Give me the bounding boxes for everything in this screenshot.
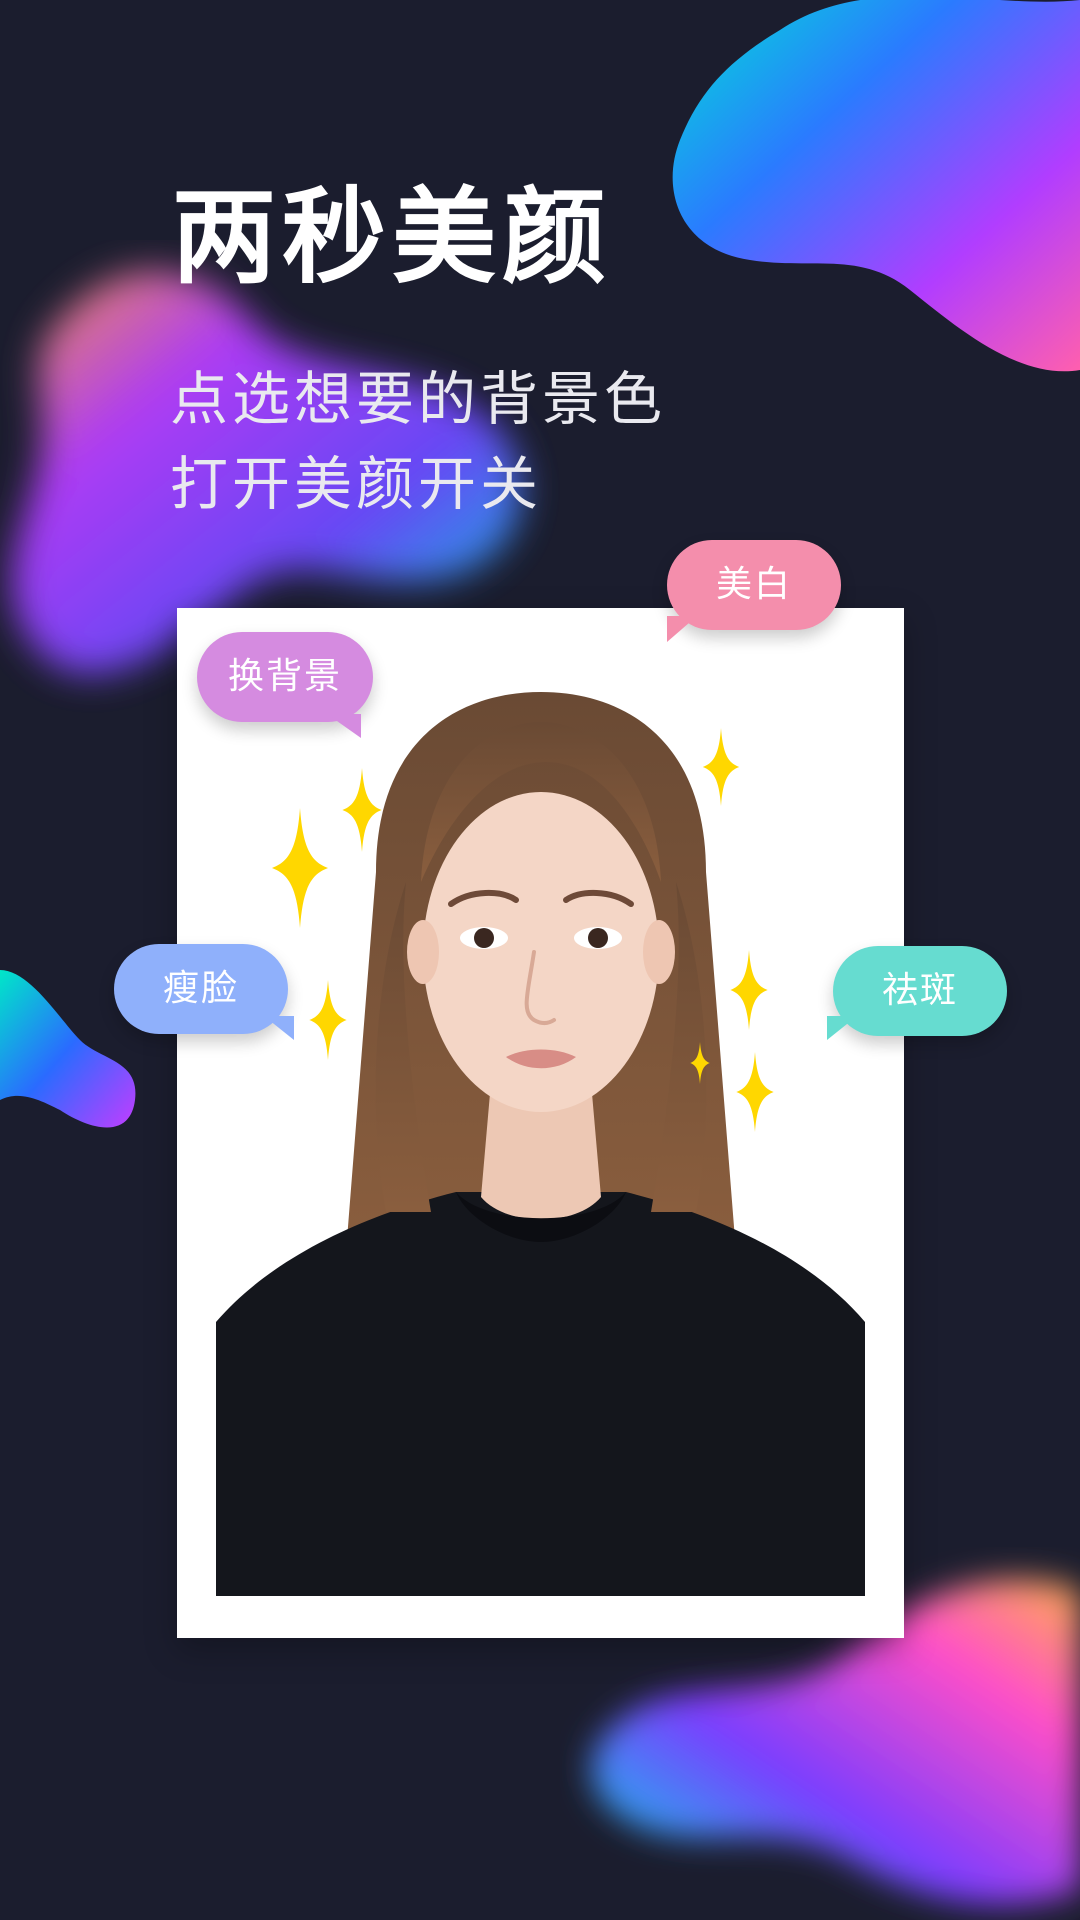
change-background-label: 换背景: [227, 656, 342, 697]
sparkle-icon: [309, 980, 347, 1060]
spot-removal-label: 祛斑: [881, 970, 958, 1011]
spot-removal-bubble[interactable]: 祛斑: [827, 946, 1007, 1040]
bubble-tail: [264, 1016, 294, 1040]
gradient-blob-top-right: [672, 0, 1080, 372]
sparkle-icon: [730, 950, 768, 1030]
slim-face-bubble[interactable]: 瘦脸: [114, 944, 294, 1040]
whitening-bubble[interactable]: 美白: [667, 540, 841, 642]
slim-face-label: 瘦脸: [162, 968, 239, 1009]
sparkle-icon: [702, 728, 740, 806]
bubble-tail: [327, 714, 361, 738]
headline-title: 两秒美颜: [172, 176, 613, 298]
whitening-label: 美白: [715, 564, 792, 605]
bubble-tail: [827, 1016, 857, 1040]
sparkle-icon: [690, 1042, 710, 1084]
bubble-tail: [667, 616, 697, 642]
subtitle-line-2: 打开美颜开关: [170, 450, 543, 518]
subtitle-line-1: 点选想要的背景色: [170, 365, 667, 433]
sparkle-icon: [272, 808, 328, 928]
sparkle-icon: [736, 1052, 774, 1132]
sparkle-icon: [342, 768, 382, 852]
photo-card: [177, 608, 904, 1638]
promo-screen: 两秒美颜 点选想要的背景色 打开美颜开关 换背景 美白 瘦脸 祛斑: [0, 0, 1080, 1920]
change-background-bubble[interactable]: 换背景: [197, 632, 373, 738]
